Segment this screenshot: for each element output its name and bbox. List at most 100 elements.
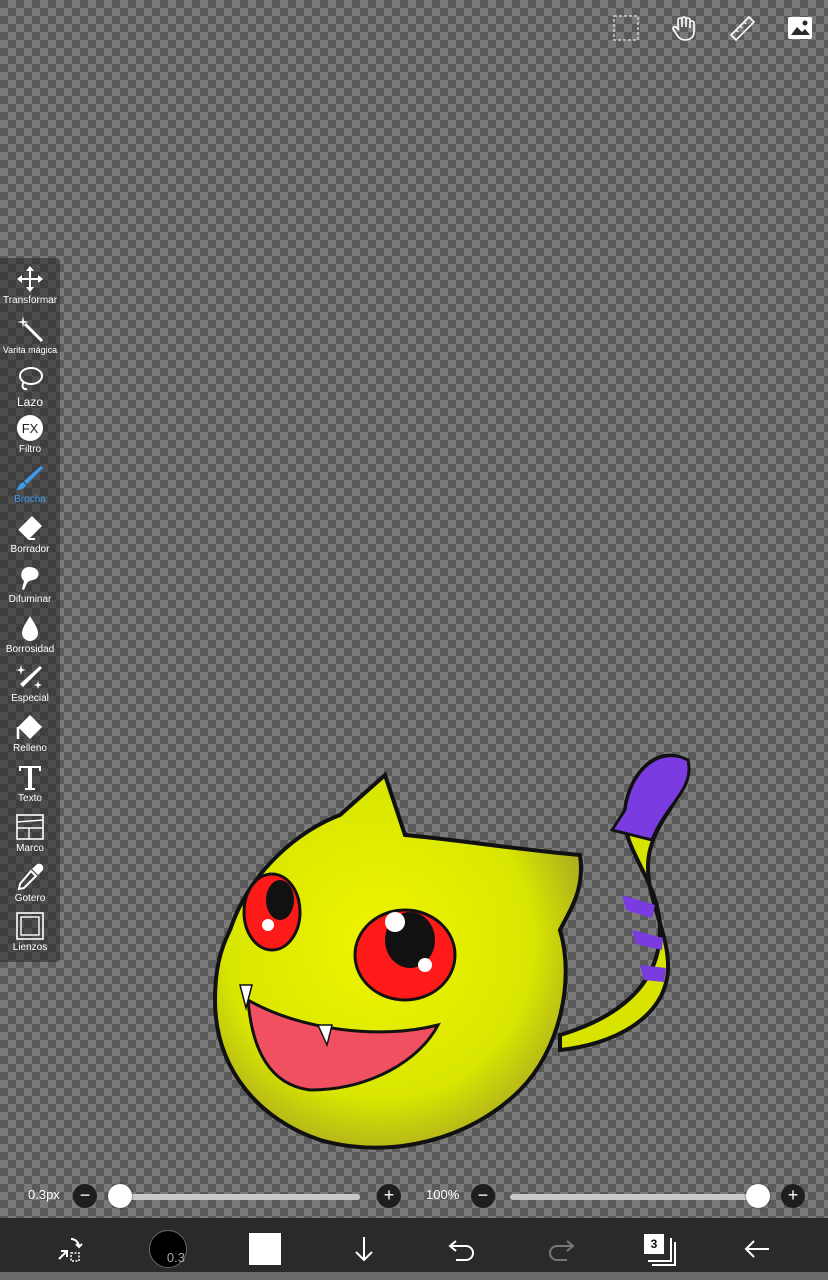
size-value: 0.3px <box>28 1187 60 1202</box>
layer-count: 3 <box>644 1234 664 1254</box>
quick-menu-button[interactable] <box>46 1226 92 1272</box>
left-pupil <box>266 880 294 920</box>
bottom-toolbar: 0.3 3 <box>0 1218 828 1280</box>
tool-frame[interactable]: Marco <box>0 812 60 862</box>
download-button[interactable] <box>341 1226 387 1272</box>
opacity-slider-knob[interactable] <box>746 1184 770 1208</box>
canvas-icon <box>16 912 44 941</box>
tail-stripe <box>622 895 655 918</box>
top-toolbar <box>608 10 818 46</box>
selection-button[interactable] <box>608 10 644 46</box>
tool-text[interactable]: Texto <box>0 762 60 812</box>
tool-filter[interactable]: FX Filtro <box>0 413 60 463</box>
fill-bucket-icon <box>16 715 42 740</box>
tool-magic-wand[interactable]: Varita mágica <box>0 314 60 364</box>
blur-drop-icon <box>22 615 38 641</box>
right-highlight <box>385 912 405 932</box>
ruler-button[interactable] <box>724 10 760 46</box>
tool-label: Varita mágica <box>2 344 58 355</box>
frame-icon <box>16 813 44 840</box>
color-swatch <box>249 1233 281 1265</box>
tool-palette: Transformar Varita mágica Lazo FX Filtro… <box>0 258 60 962</box>
tool-eraser[interactable]: Borrador <box>0 513 60 563</box>
back-button[interactable] <box>734 1226 780 1272</box>
tool-label: Filtro <box>18 444 42 456</box>
tool-brush[interactable]: Brocha <box>0 463 60 513</box>
undo-button[interactable] <box>439 1226 485 1272</box>
right-highlight <box>418 958 432 972</box>
tool-lasso[interactable]: Lazo <box>0 364 60 414</box>
opacity-slider-track[interactable] <box>510 1194 758 1200</box>
text-icon <box>19 765 41 790</box>
canvas-artwork <box>212 753 691 1150</box>
tool-label: Lienzos <box>12 942 48 954</box>
hand-icon <box>672 16 695 41</box>
right-eye <box>353 908 457 1002</box>
brush-size-indicator: 0.3 <box>149 1230 187 1268</box>
eraser-icon <box>18 515 42 540</box>
tool-label: Borrosidad <box>5 643 55 655</box>
image-icon <box>788 17 812 39</box>
tool-label: Especial <box>11 693 49 705</box>
selection-icon <box>613 15 639 41</box>
undo-icon <box>448 1240 474 1261</box>
tail-stripe <box>640 965 666 982</box>
size-increase-button[interactable]: + <box>377 1184 401 1208</box>
tool-label: Gotero <box>14 892 46 904</box>
tool-label: Brocha <box>14 494 46 506</box>
right-pupil <box>385 912 435 968</box>
tool-blur[interactable]: Borrosidad <box>0 613 60 663</box>
brush-sliders: 0.3px − + 100% − + <box>0 1180 828 1212</box>
size-decrease-button[interactable]: − <box>73 1184 97 1208</box>
tail <box>558 753 689 1053</box>
hand-button[interactable] <box>666 10 702 46</box>
tool-fill[interactable]: Relleno <box>0 712 60 762</box>
redo-button[interactable] <box>538 1226 584 1272</box>
left-eye <box>242 872 302 952</box>
tool-special[interactable]: Especial <box>0 662 60 712</box>
tool-label: Relleno <box>13 743 47 755</box>
tail-tip <box>609 754 691 842</box>
move-icon <box>17 266 43 292</box>
gallery-button[interactable] <box>782 10 818 46</box>
brush-size-value: 0.3 <box>166 1250 185 1265</box>
tool-transform[interactable]: Transformar <box>0 264 60 314</box>
svg-text:FX: FX <box>22 421 39 436</box>
eyedropper-icon <box>17 863 44 890</box>
redo-icon <box>549 1240 575 1261</box>
layers-button[interactable]: 3 <box>636 1226 682 1272</box>
opacity-value: 100% <box>426 1187 460 1202</box>
ruler-icon <box>729 15 756 42</box>
mouth <box>246 997 441 1092</box>
fx-icon: FX <box>17 415 43 442</box>
tool-canvas[interactable]: Lienzos <box>0 911 60 961</box>
system-bar <box>0 1272 828 1280</box>
tool-label: Borrador <box>10 543 50 555</box>
tool-eyedropper[interactable]: Gotero <box>0 862 60 912</box>
arrow-left-icon <box>744 1240 769 1258</box>
arrow-down-icon <box>355 1237 373 1262</box>
fang <box>239 984 253 1011</box>
tool-label: Difuminar <box>8 593 52 605</box>
color-button[interactable] <box>242 1226 288 1272</box>
lasso-icon <box>19 366 43 390</box>
tool-label: Texto <box>18 792 42 804</box>
tool-label: Transformar <box>2 295 58 306</box>
smudge-icon <box>21 566 39 590</box>
opacity-increase-button[interactable]: + <box>781 1184 805 1208</box>
left-highlight <box>262 919 274 931</box>
size-slider-knob[interactable] <box>108 1184 132 1208</box>
transform-swap-icon <box>58 1238 83 1262</box>
layers-icon: 3 <box>644 1234 676 1266</box>
tool-smudge[interactable]: Difuminar <box>0 563 60 613</box>
tail-stripe <box>632 930 663 950</box>
brush-size-button[interactable]: 0.3 <box>145 1226 191 1272</box>
fang <box>316 1024 333 1048</box>
special-brush-icon <box>16 665 42 690</box>
tool-label: Marco <box>16 842 44 854</box>
creature-head <box>212 771 583 1150</box>
brush-icon <box>17 466 43 491</box>
opacity-decrease-button[interactable]: − <box>471 1184 495 1208</box>
tool-label: Lazo <box>16 394 44 409</box>
size-slider-track[interactable] <box>118 1194 360 1200</box>
